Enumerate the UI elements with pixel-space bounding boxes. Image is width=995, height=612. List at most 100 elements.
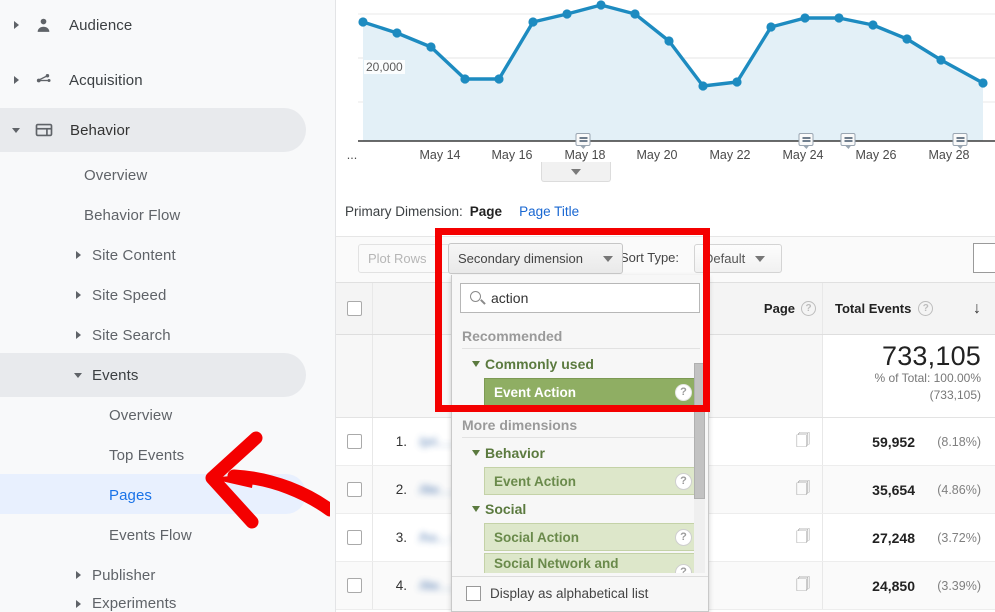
sidebar-item-acquisition[interactable]: Acquisition <box>0 55 335 105</box>
sidebar-item-events[interactable]: Events <box>0 353 335 397</box>
plot-rows-label: Plot Rows <box>368 251 427 266</box>
sort-type-select[interactable]: Default <box>694 244 782 273</box>
sidebar-item-pages[interactable]: Pages <box>0 474 335 515</box>
sidebar-item-label: Site Content <box>92 246 176 264</box>
sidebar-item-label: Overview <box>109 406 173 424</box>
dimension-group-label: Social <box>485 501 527 517</box>
column-header-total-events-label: Total Events <box>835 301 912 316</box>
row-total-events-value: 24,850 <box>872 577 915 594</box>
dimension-group-social[interactable]: Social <box>462 497 700 521</box>
dimension-list[interactable]: Recommended Commonly used Event Action ?… <box>452 319 708 573</box>
row-check-cell[interactable] <box>336 514 373 561</box>
row-rank: 4. <box>395 578 407 593</box>
alphabetical-list-checkbox[interactable] <box>466 586 481 601</box>
chart-annotation-marker[interactable] <box>798 133 814 149</box>
sidebar-item-top-events[interactable]: Top Events <box>0 435 335 475</box>
column-header-total-events[interactable]: Total Events ? ↓ <box>823 283 995 334</box>
chart-annotation-marker[interactable] <box>575 133 591 149</box>
help-icon[interactable]: ? <box>675 472 692 490</box>
row-total-events-value: 59,952 <box>872 433 915 450</box>
sidebar-item-events-overview[interactable]: Overview <box>0 395 335 435</box>
row-checkbox[interactable] <box>346 578 362 593</box>
row-total-events-cell: 27,248 (3.72%) <box>823 514 995 561</box>
dimension-item-label: Event Action <box>494 473 577 489</box>
summary-total-events-cell: 733,105 % of Total: 100.00% (733,105) <box>823 335 995 417</box>
help-icon[interactable]: ? <box>675 563 692 573</box>
sidebar-item-label: Audience <box>69 16 133 34</box>
chevron-right-icon <box>76 291 81 299</box>
row-total-events-percent: (8.18%) <box>937 434 981 449</box>
column-header-page-label: Page <box>763 301 795 316</box>
dimension-item-event-action-commonly-used[interactable]: Event Action ? <box>484 378 700 406</box>
sidebar-item-label: Experiments <box>92 595 177 612</box>
dimension-group-commonly-used[interactable]: Commonly used <box>462 352 700 376</box>
alphabetical-list-label: Display as alphabetical list <box>490 586 649 601</box>
row-check-cell[interactable] <box>336 466 373 513</box>
help-icon[interactable]: ? <box>801 301 816 316</box>
sort-descending-icon[interactable]: ↓ <box>973 300 981 318</box>
help-icon[interactable]: ? <box>675 528 692 546</box>
chevron-down-icon <box>472 506 480 512</box>
summary-total-value: 733,105 <box>882 341 981 371</box>
table-search-input[interactable] <box>973 243 995 273</box>
chart-annotation-marker[interactable] <box>840 133 856 149</box>
row-total-events-value: 27,248 <box>872 529 915 546</box>
dimension-group-behavior[interactable]: Behavior <box>462 441 700 465</box>
sidebar-item-behavior-flow[interactable]: Behavior Flow <box>0 195 335 235</box>
chart-x-tick-6: May 24 <box>782 148 824 162</box>
sidebar-item-label: Overview <box>84 166 148 184</box>
chevron-right-icon <box>14 76 19 84</box>
open-in-new-icon[interactable]: 🗍 <box>796 478 810 502</box>
open-in-new-icon[interactable]: 🗍 <box>796 430 810 454</box>
chevron-down-icon <box>74 372 82 378</box>
sidebar-item-label: Site Search <box>92 326 171 344</box>
chevron-down-icon <box>755 255 766 262</box>
chart-x-tick-0: ... <box>346 148 358 162</box>
dimension-item-event-action-behavior[interactable]: Event Action ? <box>484 467 700 495</box>
window-icon <box>32 118 56 142</box>
sidebar-item-site-speed[interactable]: Site Speed <box>0 275 335 315</box>
sidebar-item-experiments[interactable]: Experiments <box>0 595 335 612</box>
sidebar-item-overview[interactable]: Overview <box>0 155 335 195</box>
dimension-item-social-network-and-action-hit[interactable]: Social Network and Action (Hit) ? <box>484 553 700 573</box>
chart-collapse-button[interactable] <box>541 162 611 182</box>
select-all-cell[interactable] <box>336 283 373 334</box>
events-trend-chart[interactable]: 20,000 ... May 14 May 16 May 18 May 20 M… <box>336 0 995 190</box>
primary-dimension-page-title[interactable]: Page Title <box>519 204 579 219</box>
chart-x-tick-7: May 26 <box>855 148 897 162</box>
dimension-group-label: Commonly used <box>485 356 594 372</box>
row-checkbox[interactable] <box>346 482 362 497</box>
sidebar-item-publisher[interactable]: Publisher <box>0 555 335 595</box>
sidebar-item-site-search[interactable]: Site Search <box>0 315 335 355</box>
chevron-right-icon <box>76 331 81 339</box>
secondary-dimension-dropdown[interactable]: action Recommended Commonly used Event A… <box>451 275 709 612</box>
sidebar-item-behavior[interactable]: Behavior <box>0 105 335 155</box>
open-in-new-icon[interactable]: 🗍 <box>796 574 810 598</box>
row-checkbox[interactable] <box>346 530 362 545</box>
secondary-dimension-button[interactable]: Secondary dimension <box>448 243 623 274</box>
dropdown-scrollbar-thumb[interactable] <box>694 363 705 499</box>
summary-percent-of-total: % of Total: 100.00% <box>874 371 981 386</box>
row-checkbox[interactable] <box>346 434 362 449</box>
chart-annotation-marker[interactable] <box>952 133 968 149</box>
primary-dimension-page[interactable]: Page <box>470 204 502 219</box>
sidebar-item-events-flow[interactable]: Events Flow <box>0 515 335 555</box>
sidebar-item-site-content[interactable]: Site Content <box>0 235 335 275</box>
sidebar-item-audience[interactable]: Audience <box>0 0 335 50</box>
dimension-search-value: action <box>491 290 529 306</box>
help-icon[interactable]: ? <box>675 383 692 401</box>
summary-grand-total: (733,105) <box>929 387 981 402</box>
help-icon[interactable]: ? <box>918 301 934 316</box>
row-check-cell[interactable] <box>336 418 373 465</box>
chevron-right-icon <box>76 571 81 579</box>
dimension-item-social-action[interactable]: Social Action ? <box>484 523 700 551</box>
dimension-item-label: Event Action <box>494 384 577 400</box>
plot-rows-button[interactable]: Plot Rows <box>358 244 451 273</box>
select-all-checkbox[interactable] <box>346 301 362 316</box>
open-in-new-icon[interactable]: 🗍 <box>796 526 810 550</box>
alphabetical-list-toggle-row[interactable]: Display as alphabetical list <box>452 576 708 611</box>
dimension-search-input[interactable]: action <box>460 283 700 313</box>
row-check-cell[interactable] <box>336 562 373 609</box>
sort-type-value: Default <box>704 251 746 266</box>
chevron-down-icon <box>571 168 581 175</box>
